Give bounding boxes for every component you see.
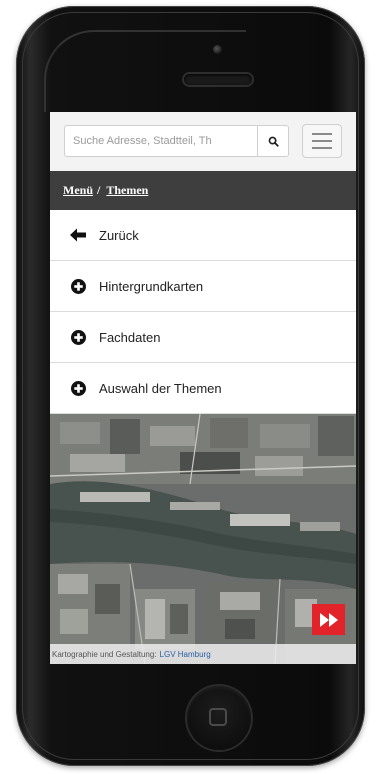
attribution-text: Kartographie und Gestaltung: <box>52 649 157 659</box>
menu-item-hintergrundkarten[interactable]: Hintergrundkarten <box>50 261 356 312</box>
fast-forward-button[interactable] <box>312 604 345 635</box>
menu-item-auswahl-der-themen[interactable]: Auswahl der Themen <box>50 363 356 414</box>
plus-circle-icon <box>70 329 86 345</box>
hamburger-menu-button[interactable] <box>302 124 342 158</box>
hamburger-bar <box>312 140 332 142</box>
screen: Menü / Themen Zurück Hintergrundkarten <box>50 112 356 664</box>
breadcrumb-item-menu[interactable]: Menü <box>63 183 93 198</box>
menu-list: Zurück Hintergrundkarten Fachdaten Auswa… <box>50 210 356 414</box>
hamburger-bar <box>312 133 332 135</box>
hamburger-bar <box>312 147 332 149</box>
search-button[interactable] <box>257 125 289 157</box>
front-camera <box>213 45 222 54</box>
menu-item-label: Fachdaten <box>99 329 161 345</box>
search-icon <box>268 136 279 147</box>
aerial-map[interactable]: Kartographie und Gestaltung: LGV Hamburg <box>50 414 356 664</box>
search-bar <box>50 112 356 171</box>
menu-item-fachdaten[interactable]: Fachdaten <box>50 312 356 363</box>
home-button[interactable] <box>187 686 251 750</box>
plus-circle-icon <box>70 380 86 396</box>
aerial-map-image <box>50 414 356 664</box>
plus-circle-icon <box>70 278 86 294</box>
arrow-left-icon <box>70 227 86 243</box>
menu-item-label: Zurück <box>99 227 139 243</box>
breadcrumb-separator: / <box>97 183 101 197</box>
search-input[interactable] <box>64 125 257 157</box>
menu-item-label: Auswahl der Themen <box>99 380 222 396</box>
menu-item-back[interactable]: Zurück <box>50 210 356 261</box>
menu-item-label: Hintergrundkarten <box>99 278 204 294</box>
home-square-icon <box>209 708 227 726</box>
map-attribution: Kartographie und Gestaltung: LGV Hamburg <box>50 644 356 664</box>
breadcrumb-item-themen[interactable]: Themen <box>106 183 148 198</box>
breadcrumb: Menü / Themen <box>50 171 356 210</box>
fast-forward-icon <box>319 612 338 627</box>
phone-highlight <box>44 30 246 112</box>
attribution-link[interactable]: LGV Hamburg <box>160 650 211 659</box>
earpiece-speaker <box>184 74 252 85</box>
